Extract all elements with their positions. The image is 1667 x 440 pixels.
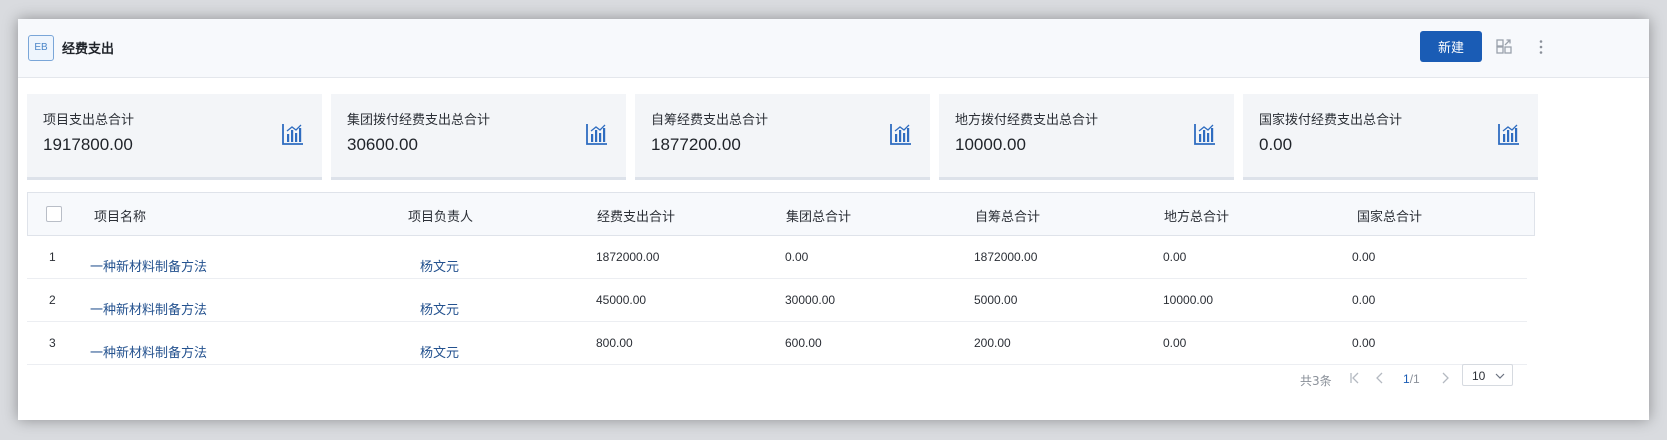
- table-header: 项目名称 项目负责人 经费支出合计 集团总合计 自筹总合计 地方总合计 国家总合…: [27, 192, 1535, 236]
- national-value: 0.00: [1352, 336, 1376, 350]
- self-value: 5000.00: [974, 293, 1018, 307]
- summary-label: 国家拨付经费支出总合计: [1259, 113, 1403, 128]
- summary-card-self: 自筹经费支出总合计 1877200.00: [635, 94, 930, 180]
- table-row[interactable]: 2 一种新材料制备方法 杨文元 45000.00 30000.00 5000.0…: [27, 279, 1527, 322]
- summary-card-group: 集团拨付经费支出总合计 30600.00: [331, 94, 626, 180]
- panel-header: EB 经费支出 新建: [18, 19, 1649, 78]
- project-owner[interactable]: 杨文元: [420, 256, 459, 275]
- summary-value: 1917800.00: [43, 135, 133, 154]
- summary-value: 30600.00: [347, 135, 418, 154]
- summary-card-local: 地方拨付经费支出总合计 10000.00: [939, 94, 1234, 180]
- project-name-link[interactable]: 一种新材料制备方法: [90, 299, 207, 318]
- total-value: 1872000.00: [596, 250, 660, 264]
- first-page-icon[interactable]: [1349, 371, 1361, 388]
- column-header-total[interactable]: 经费支出合计: [597, 206, 675, 225]
- table-row[interactable]: 3 一种新材料制备方法 杨文元 800.00 600.00 200.00 0.0…: [27, 322, 1527, 365]
- column-header-group[interactable]: 集团总合计: [786, 206, 851, 225]
- project-name-link[interactable]: 一种新材料制备方法: [90, 256, 207, 275]
- total-pages: /1: [1409, 372, 1420, 386]
- row-index: 2: [49, 293, 56, 307]
- expense-panel: EB 经费支出 新建 项目支出总合计 1917800.00 集团拨付经费支出总合…: [18, 19, 1649, 420]
- national-value: 0.00: [1352, 250, 1376, 264]
- group-value: 0.00: [785, 250, 809, 264]
- project-owner[interactable]: 杨文元: [420, 342, 459, 361]
- summary-label: 自筹经费支出总合计: [651, 113, 769, 128]
- panel-title: 经费支出: [62, 42, 115, 57]
- summary-value: 0.00: [1259, 135, 1293, 154]
- bar-chart-icon[interactable]: [281, 122, 305, 146]
- more-vertical-icon[interactable]: [1531, 37, 1551, 57]
- total-value: 800.00: [596, 336, 633, 350]
- app-badge: EB: [28, 35, 54, 61]
- page-size-value: 10: [1472, 369, 1486, 383]
- bar-chart-icon[interactable]: [585, 122, 609, 146]
- select-all-checkbox[interactable]: [46, 206, 62, 222]
- row-index: 3: [49, 336, 56, 350]
- project-owner[interactable]: 杨文元: [420, 299, 459, 318]
- column-header-owner[interactable]: 项目负责人: [408, 206, 473, 225]
- total-count: 共3条: [1300, 374, 1332, 388]
- column-header-local[interactable]: 地方总合计: [1164, 206, 1229, 225]
- summary-card-national: 国家拨付经费支出总合计 0.00: [1243, 94, 1538, 180]
- column-header-self[interactable]: 自筹总合计: [975, 206, 1040, 225]
- next-page-icon[interactable]: [1439, 371, 1451, 388]
- new-button[interactable]: 新建: [1420, 31, 1482, 62]
- summary-label: 项目支出总合计: [43, 113, 135, 128]
- national-value: 0.00: [1352, 293, 1376, 307]
- table-row[interactable]: 1 一种新材料制备方法 杨文元 1872000.00 0.00 1872000.…: [27, 236, 1527, 279]
- local-value: 0.00: [1163, 250, 1187, 264]
- local-value: 10000.00: [1163, 293, 1214, 307]
- self-value: 200.00: [974, 336, 1011, 350]
- column-header-name[interactable]: 项目名称: [94, 206, 146, 225]
- group-value: 600.00: [785, 336, 822, 350]
- local-value: 0.00: [1163, 336, 1187, 350]
- summary-label: 地方拨付经费支出总合计: [955, 113, 1099, 128]
- group-value: 30000.00: [785, 293, 836, 307]
- column-header-national[interactable]: 国家总合计: [1357, 206, 1422, 225]
- row-index: 1: [49, 250, 56, 264]
- layout-icon[interactable]: [1494, 37, 1514, 57]
- summary-card-total: 项目支出总合计 1917800.00: [27, 94, 322, 180]
- bar-chart-icon[interactable]: [1497, 122, 1521, 146]
- summary-value: 10000.00: [955, 135, 1026, 154]
- page-indicator: 1/1: [1403, 372, 1420, 386]
- bar-chart-icon[interactable]: [1193, 122, 1217, 146]
- expense-table: 项目名称 项目负责人 经费支出合计 集团总合计 自筹总合计 地方总合计 国家总合…: [27, 192, 1535, 365]
- current-page: 1: [1403, 372, 1410, 386]
- bar-chart-icon[interactable]: [889, 122, 913, 146]
- page-size-select[interactable]: 10: [1462, 364, 1513, 386]
- summary-value: 1877200.00: [651, 135, 741, 154]
- chevron-down-icon: [1495, 373, 1505, 379]
- project-name-link[interactable]: 一种新材料制备方法: [90, 342, 207, 361]
- total-value: 45000.00: [596, 293, 647, 307]
- self-value: 1872000.00: [974, 250, 1038, 264]
- summary-label: 集团拨付经费支出总合计: [347, 113, 491, 128]
- prev-page-icon[interactable]: [1374, 371, 1386, 388]
